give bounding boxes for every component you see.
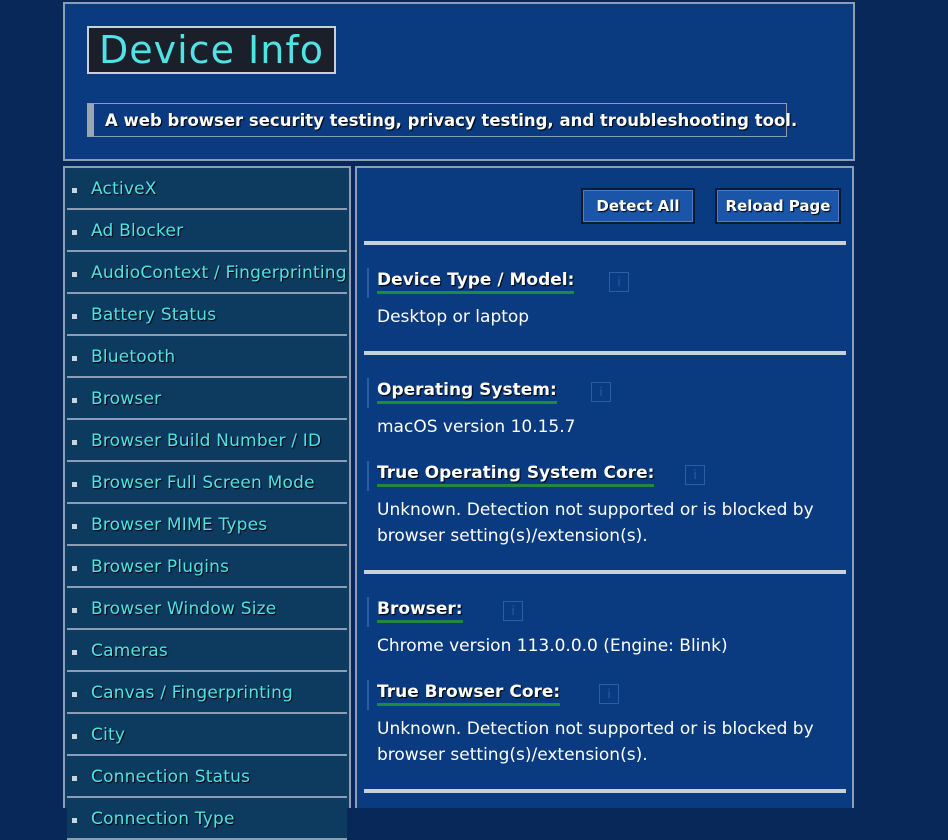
field-title: Device Type / Model: [377, 270, 575, 294]
sidebar-item-city[interactable]: City [67, 716, 347, 756]
sidebar-item-label[interactable]: Browser Plugins [91, 557, 229, 577]
sidebar-item-bluetooth[interactable]: Bluetooth [67, 338, 347, 378]
field-true-os-core: True Operating System Core: i Unknown. D… [367, 461, 837, 549]
sidebar-item-activex[interactable]: ActiveX [67, 170, 347, 210]
field-true-browser-core: True Browser Core: i Unknown. Detection … [367, 680, 837, 768]
field-browser: Browser: i Chrome version 113.0.0.0 (Eng… [367, 597, 837, 659]
bullet-icon [72, 230, 77, 235]
divider [364, 789, 846, 793]
sidebar-item-label[interactable]: Bluetooth [91, 347, 175, 367]
sidebar-item-label[interactable]: Battery Status [91, 305, 216, 325]
sidebar-item-label[interactable]: Ad Blocker [91, 221, 183, 241]
sidebar-item-browser-mime-types[interactable]: Browser MIME Types [67, 506, 347, 546]
bullet-icon [72, 776, 77, 781]
sidebar-item-label[interactable]: Browser [91, 389, 161, 409]
bullet-icon [72, 734, 77, 739]
bullet-icon [72, 566, 77, 571]
site-title[interactable]: Device Info [87, 26, 336, 74]
sidebar-item-label[interactable]: Cameras [91, 641, 168, 661]
sidebar-item-label[interactable]: ActiveX [91, 179, 157, 199]
info-icon[interactable]: i [599, 684, 619, 704]
bullet-icon [72, 398, 77, 403]
sidebar-item-label[interactable]: Connection Type [91, 809, 235, 829]
divider [364, 570, 846, 574]
bullet-icon [72, 188, 77, 193]
sidebar-item-browser-window-size[interactable]: Browser Window Size [67, 590, 347, 630]
sidebar-item-label[interactable]: Browser Full Screen Mode [91, 473, 315, 493]
sidebar-item-label[interactable]: City [91, 725, 125, 745]
sidebar-item-connection-status[interactable]: Connection Status [67, 758, 347, 798]
bullet-icon [72, 818, 77, 823]
divider [364, 351, 846, 355]
sidebar-item-cameras[interactable]: Cameras [67, 632, 347, 672]
info-icon[interactable]: i [591, 382, 611, 402]
field-title: True Browser Core: [377, 682, 561, 706]
info-icon[interactable]: i [503, 601, 523, 621]
field-value: Unknown. Detection not supported or is b… [377, 719, 814, 765]
field-title: Browser: [377, 599, 463, 623]
bullet-icon [72, 608, 77, 613]
sidebar-item-canvas-fingerprinting[interactable]: Canvas / Fingerprinting [67, 674, 347, 714]
bullet-icon [72, 482, 77, 487]
field-value: Chrome version 113.0.0.0 (Engine: Blink) [377, 636, 728, 656]
divider [364, 241, 846, 245]
bullet-icon [72, 314, 77, 319]
bullet-icon [72, 272, 77, 277]
detect-all-button[interactable]: Detect All [581, 188, 695, 224]
sidebar-item-label[interactable]: Connection Status [91, 767, 250, 787]
info-icon[interactable]: i [685, 465, 705, 485]
site-tagline: A web browser security testing, privacy … [87, 103, 797, 137]
sidebar-item-label[interactable]: Browser Build Number / ID [91, 431, 321, 451]
sidebar-item-browser-full-screen[interactable]: Browser Full Screen Mode [67, 464, 347, 504]
bullet-icon [72, 356, 77, 361]
sidebar-item-label[interactable]: AudioContext / Fingerprinting [91, 263, 347, 283]
info-icon[interactable]: i [609, 272, 629, 292]
sidebar-item-ad-blocker[interactable]: Ad Blocker [67, 212, 347, 252]
sidebar-item-label[interactable]: Browser MIME Types [91, 515, 267, 535]
field-operating-system: Operating System: i macOS version 10.15.… [367, 378, 837, 440]
field-value: Unknown. Detection not supported or is b… [377, 500, 814, 546]
sidebar-item-label[interactable]: Canvas / Fingerprinting [91, 683, 293, 703]
sidebar-item-label[interactable]: Browser Window Size [91, 599, 276, 619]
sidebar-item-browser-build-number[interactable]: Browser Build Number / ID [67, 422, 347, 462]
sidebar-nav: ActiveX Ad Blocker AudioContext / Finger… [63, 166, 351, 840]
field-title: Operating System: [377, 380, 557, 404]
field-value: macOS version 10.15.7 [377, 417, 576, 437]
field-device-type: Device Type / Model: i Desktop or laptop [367, 268, 837, 330]
sidebar-item-browser[interactable]: Browser [67, 380, 347, 420]
bullet-icon [72, 440, 77, 445]
sidebar-item-battery-status[interactable]: Battery Status [67, 296, 347, 336]
site-header: Device Info A web browser security testi… [63, 2, 855, 161]
reload-page-button[interactable]: Reload Page [715, 188, 841, 224]
field-title: True Operating System Core: [377, 463, 655, 487]
field-value: Desktop or laptop [377, 307, 530, 327]
sidebar-item-connection-type[interactable]: Connection Type [67, 800, 347, 840]
main-panel: Detect All Reload Page Device Type / Mod… [355, 166, 854, 808]
sidebar-item-audiocontext[interactable]: AudioContext / Fingerprinting [67, 254, 347, 294]
bullet-icon [72, 692, 77, 697]
sidebar-item-browser-plugins[interactable]: Browser Plugins [67, 548, 347, 588]
bullet-icon [72, 524, 77, 529]
bullet-icon [72, 650, 77, 655]
